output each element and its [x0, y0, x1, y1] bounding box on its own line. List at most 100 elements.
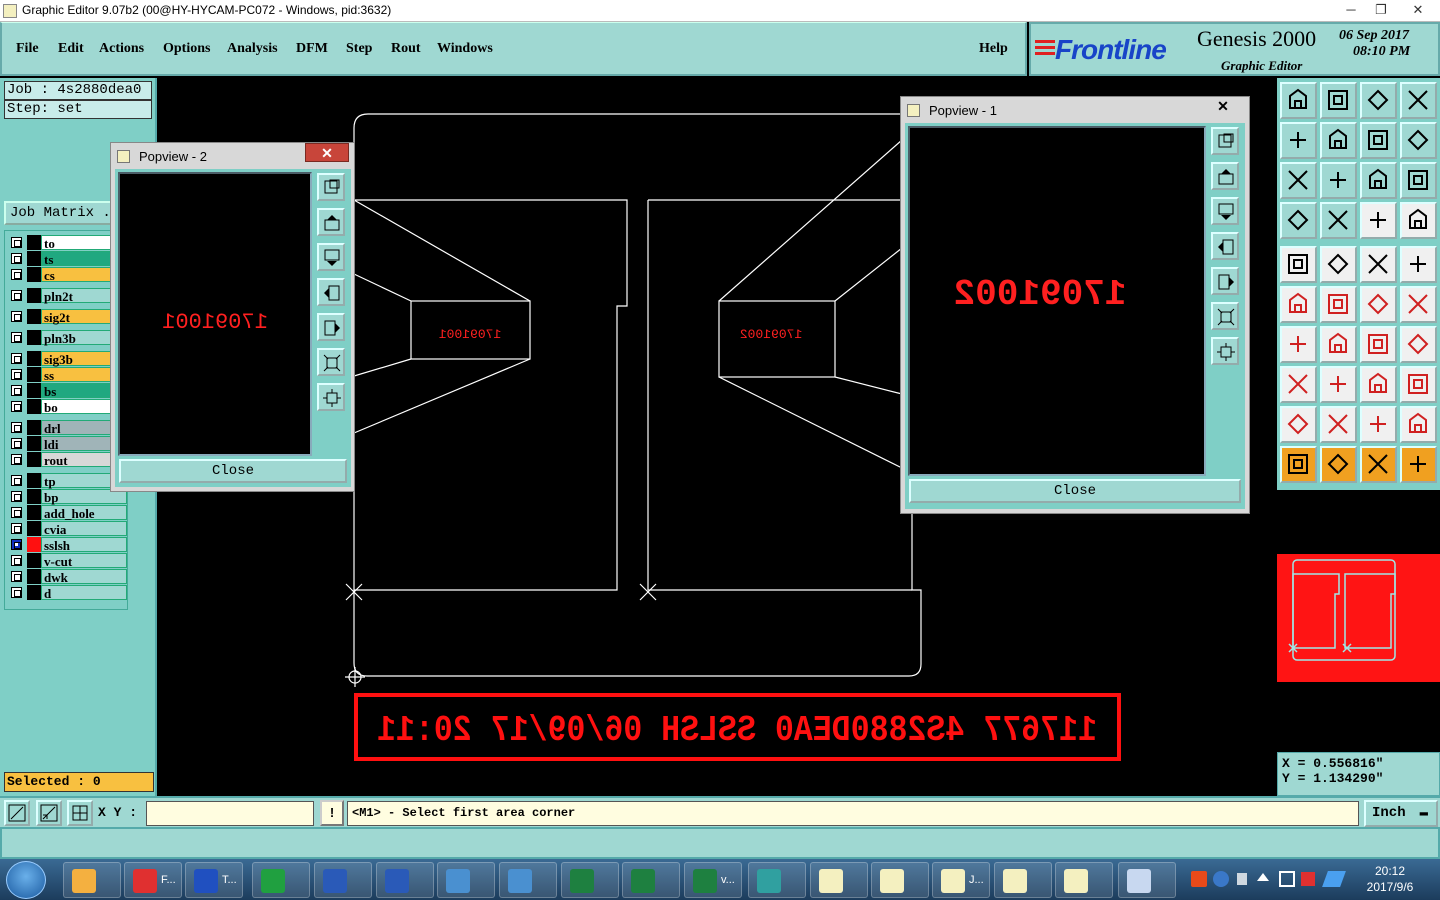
zoom-home-icon[interactable] [1320, 162, 1357, 199]
layer-row[interactable]: ldi [5, 436, 127, 452]
layer-checkbox[interactable] [11, 369, 22, 380]
layer-row[interactable]: v-cut [5, 553, 127, 569]
layer-row[interactable]: to [5, 235, 127, 251]
layer-row[interactable]: cvia [5, 521, 127, 537]
menu-help[interactable]: Help [979, 41, 1008, 57]
edit-segment-icon[interactable] [1320, 326, 1357, 363]
home-icon[interactable] [1360, 82, 1397, 119]
layer-row[interactable]: cs [5, 267, 127, 283]
grid-icon[interactable] [1320, 202, 1357, 239]
layer-row[interactable]: ts [5, 251, 127, 267]
warning-button[interactable]: ! [320, 800, 344, 826]
line-draw-icon[interactable] [1320, 246, 1357, 283]
layer-row[interactable]: rout [5, 452, 127, 468]
layer-checkbox[interactable] [11, 555, 22, 566]
tray-expand-icon[interactable] [1237, 873, 1247, 885]
select-pointer-icon[interactable] [1280, 446, 1317, 483]
xy-input[interactable] [146, 801, 314, 826]
help-query-icon[interactable] [1400, 162, 1437, 199]
layer-checkbox[interactable] [11, 332, 22, 343]
triangle-icon[interactable] [1280, 406, 1317, 443]
pan-right-icon[interactable] [1211, 267, 1239, 295]
layer-row[interactable]: drl [5, 420, 127, 436]
input-method-icon[interactable] [1191, 871, 1207, 887]
split-line-icon[interactable] [1320, 366, 1357, 403]
layer-checkbox[interactable] [11, 539, 22, 550]
layer-row[interactable]: sslsh [5, 537, 127, 553]
popview-2-close-button[interactable]: Close [119, 459, 347, 483]
layer-checkbox[interactable] [11, 385, 22, 396]
select-route-icon[interactable] [1400, 446, 1437, 483]
pan-left-icon[interactable] [317, 278, 345, 306]
pan-up-icon[interactable] [317, 208, 345, 236]
layer-checkbox[interactable] [11, 311, 22, 322]
layer-row[interactable]: bo [5, 399, 127, 415]
taskbar-item[interactable] [376, 862, 434, 898]
taskbar-item[interactable] [748, 862, 806, 898]
help-tray-icon[interactable] [1213, 871, 1229, 887]
surface-icon[interactable] [1400, 366, 1437, 403]
taskbar-item[interactable] [810, 862, 868, 898]
scale-1-2-icon[interactable] [1360, 162, 1397, 199]
layer-route-icon[interactable] [1360, 202, 1397, 239]
layer-checkbox[interactable] [11, 253, 22, 264]
layer-checkbox[interactable] [11, 491, 22, 502]
overview-map[interactable] [1277, 490, 1440, 750]
grid-icon[interactable] [67, 800, 93, 826]
ruler-icon[interactable] [1360, 246, 1397, 283]
layer-route-alt-icon[interactable] [1400, 202, 1437, 239]
menu-options[interactable]: Options [163, 41, 210, 57]
restore-button[interactable]: ❐ [1366, 0, 1396, 20]
pan-right-icon[interactable] [317, 313, 345, 341]
layer-row[interactable]: bp [5, 489, 127, 505]
menu-dfm[interactable]: DFM [296, 41, 328, 57]
taskbar-item[interactable]: J... [932, 862, 990, 898]
edit-line-icon[interactable] [1280, 326, 1317, 363]
circle-icon[interactable] [1400, 246, 1437, 283]
layer-name[interactable]: sslsh [41, 537, 127, 553]
layer-row[interactable]: pln2t [5, 288, 127, 304]
select-box-icon[interactable] [1320, 446, 1357, 483]
delete-node-icon[interactable] [1320, 286, 1357, 323]
window-layout-icon[interactable] [1400, 82, 1437, 119]
taskbar-item[interactable] [1055, 862, 1113, 898]
pan-down-icon[interactable] [1211, 197, 1239, 225]
layer-row[interactable]: bs [5, 383, 127, 399]
pan-down-icon[interactable] [317, 243, 345, 271]
taskbar-item[interactable] [1118, 862, 1176, 898]
snap-icon[interactable] [4, 800, 30, 826]
connect-nodes-icon[interactable] [1280, 286, 1317, 323]
fit-view-icon[interactable] [317, 173, 345, 201]
menu-windows[interactable]: Windows [437, 41, 493, 57]
triangle-arrow-icon[interactable] [1360, 406, 1397, 443]
layer-checkbox[interactable] [11, 438, 22, 449]
taskbar-item[interactable] [499, 862, 557, 898]
pad-icon[interactable] [1280, 246, 1317, 283]
pad-move-icon[interactable] [1280, 366, 1317, 403]
menu-actions[interactable]: Actions [99, 41, 144, 57]
layer-checkbox[interactable] [11, 237, 22, 248]
add-feature-alt-icon[interactable] [1400, 286, 1437, 323]
layer-checkbox[interactable] [11, 571, 22, 582]
taskbar-item[interactable] [314, 862, 372, 898]
fit-view-icon[interactable] [1211, 127, 1239, 155]
window-close-button[interactable]: ✕ [1400, 0, 1436, 20]
settings-icon[interactable] [1280, 202, 1317, 239]
measure-icon[interactable] [36, 800, 62, 826]
zoom-in-icon[interactable] [317, 348, 345, 376]
taskbar-item[interactable] [252, 862, 310, 898]
resize-icon[interactable] [1360, 366, 1397, 403]
layer-checkbox[interactable] [11, 290, 22, 301]
taskbar-item[interactable] [994, 862, 1052, 898]
text-feature-icon[interactable] [1400, 326, 1437, 363]
popview-2-close-x[interactable]: ✕ [305, 143, 349, 162]
save-job-icon[interactable] [1320, 82, 1357, 119]
layer-checkbox[interactable] [11, 422, 22, 433]
menu-edit[interactable]: Edit [58, 41, 84, 57]
security-icon[interactable] [1301, 872, 1315, 886]
show-hidden-icons[interactable] [1257, 873, 1269, 881]
layer-checkbox[interactable] [11, 587, 22, 598]
zoom-in-icon[interactable] [1211, 302, 1239, 330]
wifi-icon[interactable] [1322, 871, 1346, 887]
taskbar-item[interactable]: F... [124, 862, 182, 898]
